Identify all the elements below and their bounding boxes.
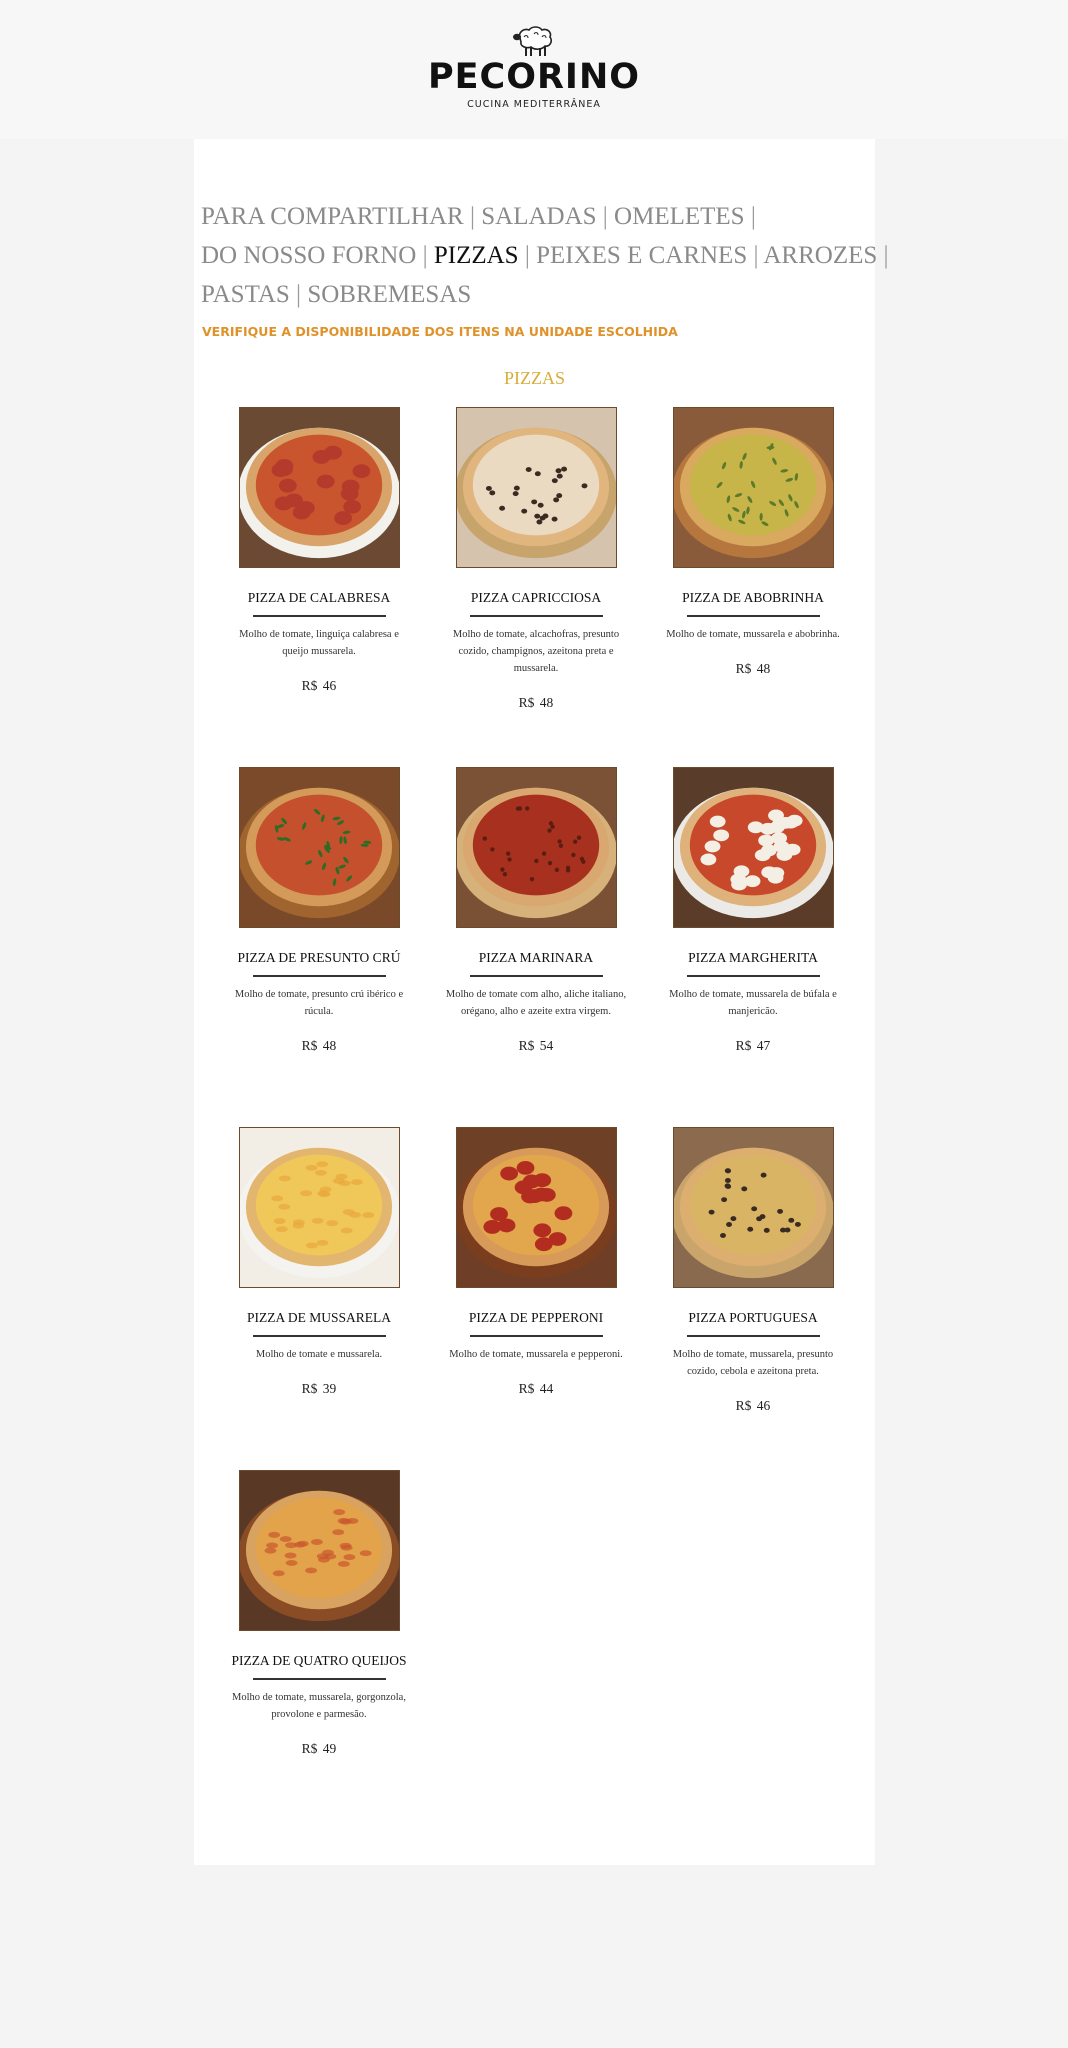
product-image[interactable] <box>238 767 400 928</box>
product-image[interactable] <box>455 1127 617 1288</box>
product-price: R$ 48 <box>301 1038 337 1053</box>
product-price: R$ 44 <box>518 1381 554 1396</box>
nav-item-pastas[interactable]: PASTAS <box>201 281 290 308</box>
product-name: PIZZA DE CALABRESA <box>247 590 391 605</box>
product-description: Molho de tomate com alho, aliche italian… <box>445 989 627 1017</box>
product-description: Molho de tomate, mussarela de búfala e m… <box>669 989 837 1017</box>
product-name: PIZZA MARINARA <box>478 950 594 965</box>
product-card[interactable]: PIZZA MARGHERITA Molho de tomate, mussare… <box>653 767 853 1054</box>
nav-item-peixes-e-carnes[interactable]: PEIXES E CARNES <box>536 242 747 269</box>
product-name: PIZZA CAPRICCIOSA <box>470 590 602 605</box>
nav-item-para-compartilhar[interactable]: PARA COMPARTILHAR <box>201 203 464 230</box>
product-price: R$ 54 <box>518 1038 554 1053</box>
product-card[interactable]: PIZZA MARINARA Molho de tomate com alho, … <box>436 767 636 1054</box>
pizza-photo <box>239 768 399 927</box>
pizza-photo <box>673 768 833 927</box>
section-title: PIZZAS <box>503 368 565 388</box>
nav-separator: | <box>753 242 759 269</box>
divider <box>469 615 603 617</box>
product-name: PIZZA DE PEPPERONI <box>468 1310 604 1325</box>
product-card[interactable]: PIZZA DE QUATRO QUEIJOS Molho de tomate, … <box>219 1470 419 1757</box>
nav-item-sobremesas[interactable]: SOBREMESAS <box>307 281 471 308</box>
pizza-photo <box>239 1128 399 1287</box>
nav-separator: | <box>602 203 608 230</box>
product-description: Molho de tomate, alcachofras, presunto c… <box>452 629 620 674</box>
product-name: PIZZA DE PRESUNTO CRÚ <box>237 950 401 965</box>
divider <box>252 1335 386 1337</box>
product-image[interactable] <box>455 767 617 928</box>
availability-notice: VERIFIQUE A DISPONIBILIDADE DOS ITENS NA… <box>202 324 678 339</box>
nav-item-do-nosso-forno[interactable]: DO NOSSO FORNO <box>201 242 416 269</box>
nav-separator: | <box>296 281 302 308</box>
divider <box>469 1335 603 1337</box>
nav-line: PARA COMPARTILHAR | SALADAS | OMELETES | <box>201 197 871 236</box>
product-name: PIZZA DE QUATRO QUEIJOS <box>231 1653 407 1668</box>
product-image[interactable] <box>455 407 617 568</box>
nav-separator: | <box>750 203 756 230</box>
pizza-photo <box>456 1128 616 1287</box>
product-description: Molho de tomate, mussarela, presunto coz… <box>672 1349 834 1377</box>
product-image[interactable] <box>672 1127 834 1288</box>
category-nav: PARA COMPARTILHAR | SALADAS | OMELETES |… <box>201 197 889 314</box>
nav-item-saladas[interactable]: SALADAS <box>481 203 596 230</box>
product-price: R$ 46 <box>301 678 337 693</box>
pizza-photo <box>239 408 399 567</box>
product-description: Molho de tomate, presunto crú ibérico e … <box>234 989 404 1017</box>
menu-panel: PARA COMPARTILHAR | SALADAS | OMELETES |… <box>194 139 889 1865</box>
product-price: R$ 47 <box>735 1038 771 1053</box>
product-card[interactable]: PIZZA DE PEPPERONI Molho de tomate, mussa… <box>436 1127 636 1397</box>
pizza-photo <box>456 768 616 927</box>
product-image[interactable] <box>672 407 834 568</box>
divider <box>252 1678 386 1680</box>
product-description: Molho de tomate, mussarela e pepperoni. <box>449 1349 623 1360</box>
sheep-icon <box>513 26 552 56</box>
product-description: Molho de tomate, mussarela, gorgonzola, … <box>232 1692 406 1720</box>
product-name: PIZZA MARGHERITA <box>688 950 818 965</box>
product-description: Molho de tomate, mussarela e abobrinha. <box>666 629 840 640</box>
product-price: R$ 48 <box>518 695 554 710</box>
nav-line: PASTAS | SOBREMESAS <box>201 275 871 314</box>
product-price: R$ 49 <box>301 1741 337 1756</box>
nav-item-pizzas[interactable]: PIZZAS <box>434 242 519 269</box>
brand-tagline: CUCINA MEDITERRÂNEA <box>467 99 601 110</box>
divider <box>686 975 820 977</box>
brand-logo[interactable]: PECORINO CUCINA MEDITERRÂNEA <box>0 24 1068 110</box>
product-description: Molho de tomate, linguiça calabresa e qu… <box>239 629 399 657</box>
product-name: PIZZA DE ABOBRINHA <box>682 590 824 605</box>
brand-name: PECORINO <box>427 57 641 97</box>
nav-item-arrozes[interactable]: ARROZES <box>763 242 877 269</box>
nav-line: DO NOSSO FORNO | PIZZAS | PEIXES E CARNE… <box>201 236 889 275</box>
product-card[interactable]: PIZZA PORTUGUESA Molho de tomate, mussare… <box>653 1127 853 1414</box>
site-header: PECORINO CUCINA MEDITERRÂNEA <box>0 0 1068 139</box>
nav-separator: | <box>422 242 428 269</box>
nav-separator: | <box>524 242 530 269</box>
divider <box>252 615 386 617</box>
product-description: Molho de tomate e mussarela. <box>255 1349 383 1360</box>
product-price: R$ 48 <box>735 661 771 676</box>
nav-separator: | <box>883 242 889 269</box>
product-image[interactable] <box>672 767 834 928</box>
product-name: PIZZA PORTUGUESA <box>688 1310 818 1325</box>
nav-separator: | <box>469 203 475 230</box>
pizza-photo <box>673 408 833 567</box>
pizza-photo <box>456 408 616 567</box>
divider <box>252 975 386 977</box>
product-card[interactable]: PIZZA DE ABOBRINHA Molho de tomate, mussa… <box>653 407 853 677</box>
product-image[interactable] <box>238 1127 400 1288</box>
divider <box>469 975 603 977</box>
divider <box>686 1335 820 1337</box>
product-card[interactable]: PIZZA DE CALABRESA Molho de tomate, lingu… <box>219 407 419 694</box>
nav-item-omeletes[interactable]: OMELETES <box>614 203 745 230</box>
product-card[interactable]: PIZZA DE PRESUNTO CRÚ Molho de tomate, pr… <box>219 767 419 1054</box>
pizza-photo <box>673 1128 833 1287</box>
product-card[interactable]: PIZZA DE MUSSARELA Molho de tomate e muss… <box>219 1127 419 1397</box>
product-image[interactable] <box>238 1470 400 1631</box>
pizza-photo <box>239 1471 399 1630</box>
divider <box>686 615 820 617</box>
product-card[interactable]: PIZZA CAPRICCIOSA Molho de tomate, alcach… <box>436 407 636 711</box>
product-name: PIZZA DE MUSSARELA <box>246 1310 391 1325</box>
product-image[interactable] <box>238 407 400 568</box>
product-price: R$ 46 <box>735 1398 771 1413</box>
product-price: R$ 39 <box>301 1381 337 1396</box>
